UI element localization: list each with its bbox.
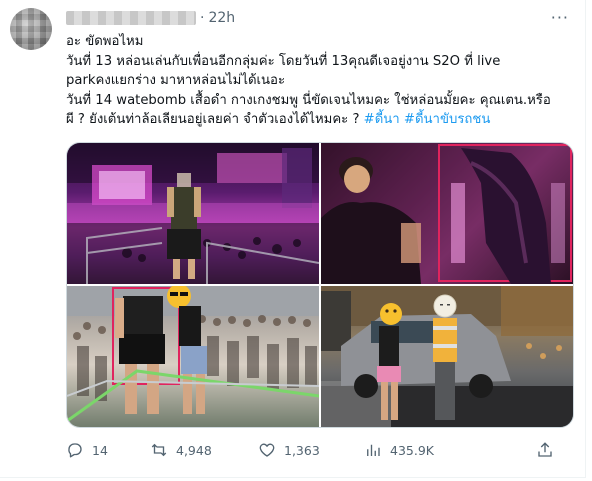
tweet-text: อะ ขัดพอไหม วันที่ 13 หล่อนเล่นกับเพื่อน… — [66, 32, 576, 130]
media-image-closeup[interactable] — [321, 143, 573, 284]
media-image-concert-stage[interactable] — [67, 143, 319, 284]
media-image-street[interactable] — [321, 286, 573, 427]
crowd-illustration — [67, 286, 319, 423]
media-grid — [66, 142, 574, 428]
views-count: 435.9K — [390, 442, 434, 458]
reply-icon — [68, 443, 82, 458]
timestamp[interactable]: 22h — [208, 10, 235, 26]
views-chart-icon — [367, 444, 380, 456]
closeup-illustration — [321, 143, 573, 284]
like-count: 1,363 — [284, 442, 320, 458]
car-shape — [341, 314, 511, 398]
street-illustration — [321, 286, 573, 427]
heart-icon — [259, 443, 275, 457]
reply-button[interactable]: 14 — [66, 441, 108, 459]
author-name-redacted[interactable] — [66, 11, 196, 25]
media-image-crowd[interactable] — [67, 286, 319, 427]
tweet-line: วันที่ 13 หล่อนเล่นกับเพื่อนอีกกลุ่มค่ะ … — [66, 53, 501, 69]
concert-stage-illustration — [67, 143, 319, 284]
more-options-icon[interactable]: ··· — [551, 8, 569, 27]
retweet-count: 4,948 — [176, 442, 212, 458]
tweet-line: ผี ? ยังเต้นท่าล้อเลียนอยู่เลยค่า จำตัวเ… — [66, 112, 364, 128]
reply-count: 14 — [92, 442, 108, 458]
share-icon — [538, 442, 552, 457]
tweet-header: · 22h ··· — [66, 8, 571, 28]
tweet-line-last: ผี ? ยังเต้นท่าล้อเลียนอยู่เลยค่า จำตัวเ… — [66, 110, 576, 130]
retweet-button[interactable]: 4,948 — [150, 441, 212, 459]
tweet-line: parkคงแยกร่าง มาหาหล่อนไม่ได้เนอะ — [66, 73, 286, 89]
retweet-icon — [151, 443, 167, 457]
like-button[interactable]: 1,363 — [258, 441, 320, 459]
thinking-emoji — [380, 303, 402, 325]
action-bar: 14 4,948 1,363 435.9K — [66, 441, 576, 461]
share-button[interactable] — [536, 441, 554, 459]
views-button[interactable]: 435.9K — [364, 441, 434, 459]
avatar[interactable] — [10, 8, 52, 50]
tweet-card: · 22h ··· อะ ขัดพอไหม วันที่ 13 หล่อนเล่… — [0, 0, 586, 478]
hashtag-link[interactable]: #ดี้นา — [364, 112, 400, 127]
hashtag-link[interactable]: #ดี้นาขับรถชน — [404, 112, 490, 127]
tweet-line: วันที่ 14 watebomb เสื้อดำ กางเกงชมพู นี… — [66, 92, 551, 108]
separator-dot: · — [200, 10, 205, 26]
tweet-line: อะ ขัดพอไหม — [66, 34, 144, 49]
neutral-face-emoji — [433, 294, 457, 318]
